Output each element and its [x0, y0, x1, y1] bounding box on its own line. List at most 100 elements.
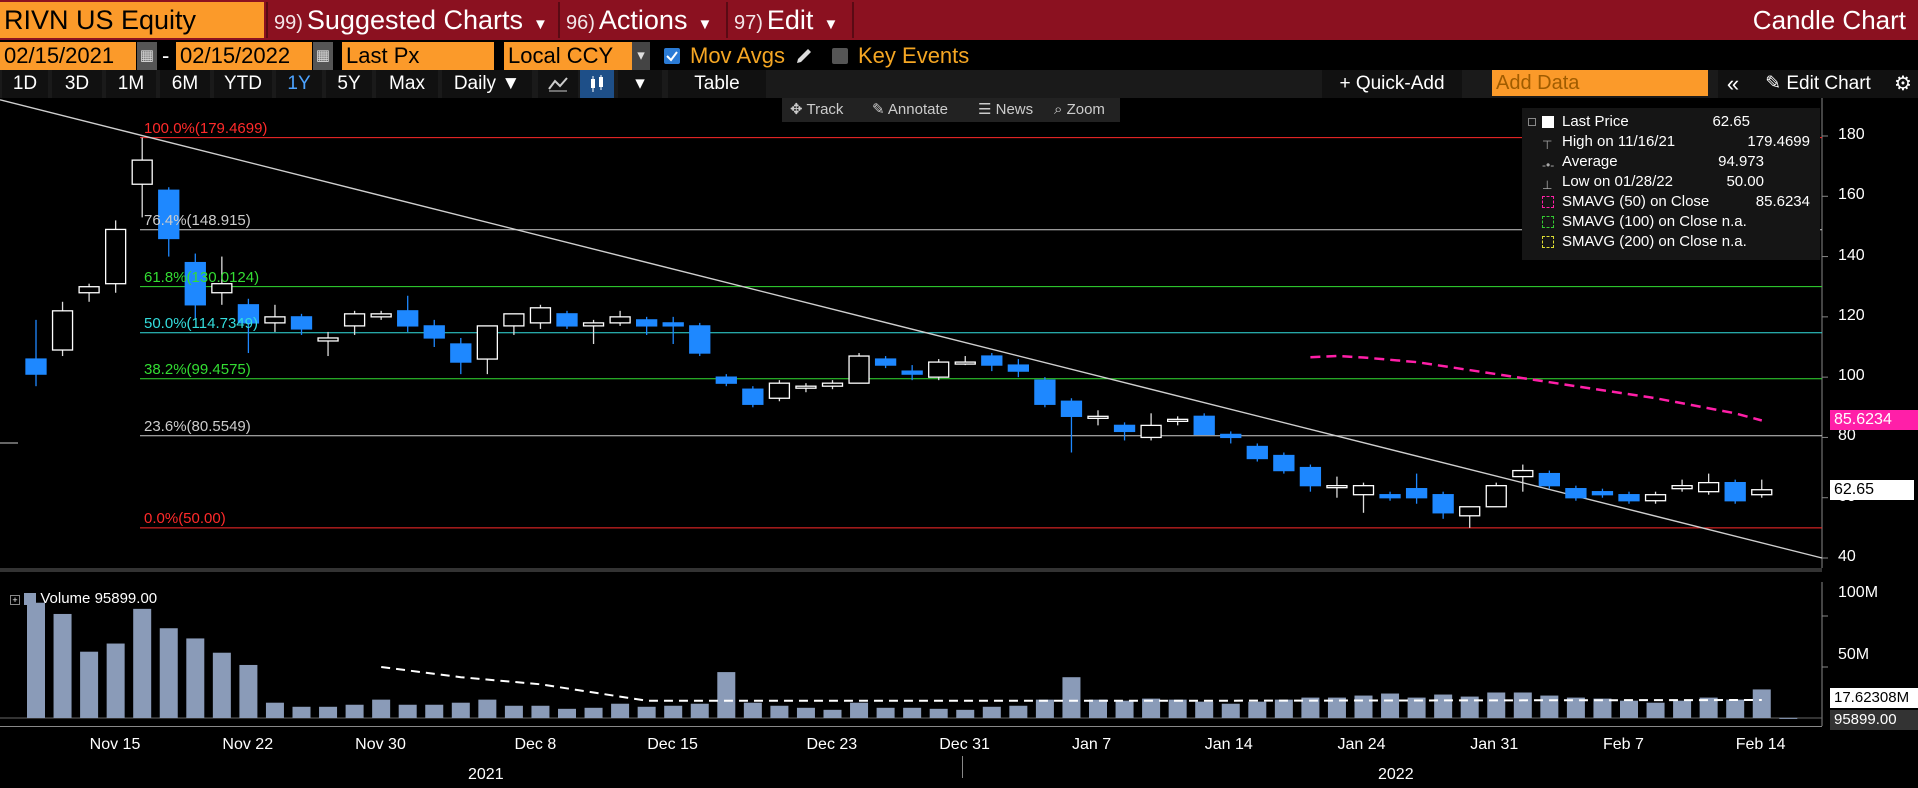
- year-divider: [962, 756, 963, 778]
- range-1y-button[interactable]: 1Y: [276, 70, 322, 98]
- calendar-icon[interactable]: ▦: [313, 42, 333, 70]
- pencil-icon[interactable]: [794, 46, 814, 66]
- actions-menu[interactable]: 96) Actions ▼: [566, 2, 712, 38]
- legend-high: ⊤ High on 11/16/21 179.4699: [1522, 132, 1820, 152]
- volume-bar: [850, 702, 869, 718]
- annotate-tool[interactable]: ✎ Annotate: [864, 98, 970, 122]
- key-events-checkbox[interactable]: [832, 48, 848, 64]
- ticker-field[interactable]: RIVN US Equity: [0, 2, 264, 38]
- down-candle-body: [981, 355, 1003, 366]
- track-tool[interactable]: ✥ Track: [782, 98, 864, 122]
- legend-value: 94.973: [1718, 153, 1764, 170]
- quick-add-button[interactable]: + Quick-Add: [1322, 70, 1462, 98]
- price-tick-label: 100: [1838, 367, 1865, 385]
- candle: [51, 301, 74, 357]
- chevron-down-icon[interactable]: ▾: [632, 42, 650, 70]
- time-axis-label: Dec 31: [939, 736, 990, 753]
- range-5y-button[interactable]: 5Y: [326, 70, 372, 98]
- range-1d-button[interactable]: 1D: [2, 70, 48, 98]
- crosshair-icon: ✥: [790, 101, 803, 118]
- chart-type-title: Candle Chart: [1752, 5, 1906, 35]
- volume-bar: [1673, 700, 1692, 718]
- frequency-select[interactable]: Daily ▼: [442, 70, 532, 98]
- suggested-charts-menu[interactable]: 99) Suggested Charts ▼: [274, 2, 548, 38]
- collapse-icon[interactable]: [1528, 118, 1536, 126]
- mov-avgs-label[interactable]: Mov Avgs: [690, 42, 785, 70]
- candle: [556, 310, 578, 329]
- up-candle-body: [821, 382, 844, 387]
- zoom-label: Zoom: [1066, 101, 1105, 118]
- pencil-icon: ✎: [1765, 73, 1782, 94]
- expand-icon[interactable]: +: [10, 595, 20, 605]
- annotate-label: Annotate: [887, 101, 948, 118]
- down-candle-body: [397, 310, 419, 327]
- legend-sma200: SMAVG (200) on Close n.a.: [1522, 232, 1820, 252]
- price-tick-label: 40: [1838, 548, 1856, 565]
- sma200-swatch-icon: [1542, 236, 1554, 248]
- table-button[interactable]: Table: [668, 70, 766, 98]
- volume-bar: [743, 702, 762, 718]
- currency-select[interactable]: Local CCY: [504, 42, 632, 70]
- end-date-field[interactable]: 02/15/2022: [176, 42, 312, 70]
- range-max-button[interactable]: Max: [376, 70, 438, 98]
- volume-bar: [186, 638, 205, 718]
- time-axis-label: Jan 7: [1072, 736, 1112, 753]
- menu-number: 99): [274, 12, 303, 34]
- candle: [848, 353, 870, 384]
- time-axis-label: Jan 31: [1470, 736, 1519, 753]
- up-candle-body: [476, 325, 499, 360]
- time-axis-label: Nov 22: [222, 736, 274, 753]
- add-data-input[interactable]: Add Data: [1492, 70, 1708, 96]
- candle: [1087, 410, 1109, 426]
- header-bar: RIVN US Equity 99) Suggested Charts ▼ 96) A…: [0, 0, 1918, 40]
- legend-panel: Last Price 62.65 ⊤ High on 11/16/21 179.…: [1522, 108, 1820, 260]
- volume-label: Volume: [40, 590, 91, 607]
- key-events-label[interactable]: Key Events: [858, 42, 969, 70]
- collapse-panel-icon[interactable]: «: [1718, 70, 1748, 98]
- range-1m-button[interactable]: 1M: [106, 70, 156, 98]
- price-field-select[interactable]: Last Px: [342, 42, 494, 70]
- up-candle-body: [1671, 485, 1693, 490]
- start-date-field[interactable]: 02/15/2021: [0, 42, 136, 70]
- volume-avg-tag: 17.62308M: [1830, 688, 1918, 708]
- range-ytd-button[interactable]: YTD: [214, 70, 272, 98]
- up-candle-body: [78, 286, 100, 294]
- candle-chart-icon[interactable]: [580, 70, 614, 98]
- edit-menu[interactable]: 97) Edit ▼: [734, 2, 838, 38]
- up-candle-body: [1698, 481, 1720, 493]
- candle: [1140, 413, 1162, 441]
- candle: [1459, 506, 1481, 528]
- time-axis-label: Dec 15: [647, 736, 698, 753]
- up-candle-body: [1751, 489, 1773, 496]
- volume-bar: [690, 703, 709, 718]
- gear-icon[interactable]: ⚙: [1888, 70, 1918, 98]
- line-chart-icon[interactable]: [538, 70, 578, 98]
- down-candle-body: [1113, 424, 1136, 433]
- legend-label: Low on 01/28/22: [1562, 173, 1673, 190]
- fibonacci-label: 61.8%(130.0124): [144, 268, 260, 286]
- zoom-tool[interactable]: ⌕ Zoom: [1046, 98, 1120, 122]
- volume-bar: [425, 704, 444, 718]
- chart-type-dropdown[interactable]: ▾: [618, 70, 662, 98]
- up-candle-body: [795, 385, 817, 389]
- time-axis-label: Feb 14: [1735, 736, 1786, 753]
- sma50-tag: 85.6234: [1830, 410, 1918, 431]
- range-3d-button[interactable]: 3D: [52, 70, 102, 98]
- volume-bar: [584, 707, 603, 718]
- legend-label: Average: [1562, 153, 1618, 170]
- candle: [1432, 491, 1454, 519]
- calendar-icon[interactable]: ▦: [137, 42, 157, 70]
- mov-avgs-checkbox[interactable]: [664, 48, 680, 64]
- menu-label: Actions: [598, 5, 688, 35]
- legend-sma50: SMAVG (50) on Close 85.6234: [1522, 192, 1820, 212]
- up-candle-body: [928, 361, 950, 378]
- edit-chart-button[interactable]: ✎ Edit Chart: [1748, 70, 1888, 98]
- news-tool[interactable]: ☰ News: [970, 98, 1046, 122]
- volume-chart[interactable]: [0, 582, 1918, 726]
- candle: [1299, 464, 1322, 492]
- range-6m-button[interactable]: 6M: [160, 70, 210, 98]
- time-axis-label: Nov 15: [89, 736, 141, 753]
- price-tick-label: 140: [1838, 246, 1865, 264]
- candle: [1113, 422, 1136, 441]
- candle: [582, 319, 605, 344]
